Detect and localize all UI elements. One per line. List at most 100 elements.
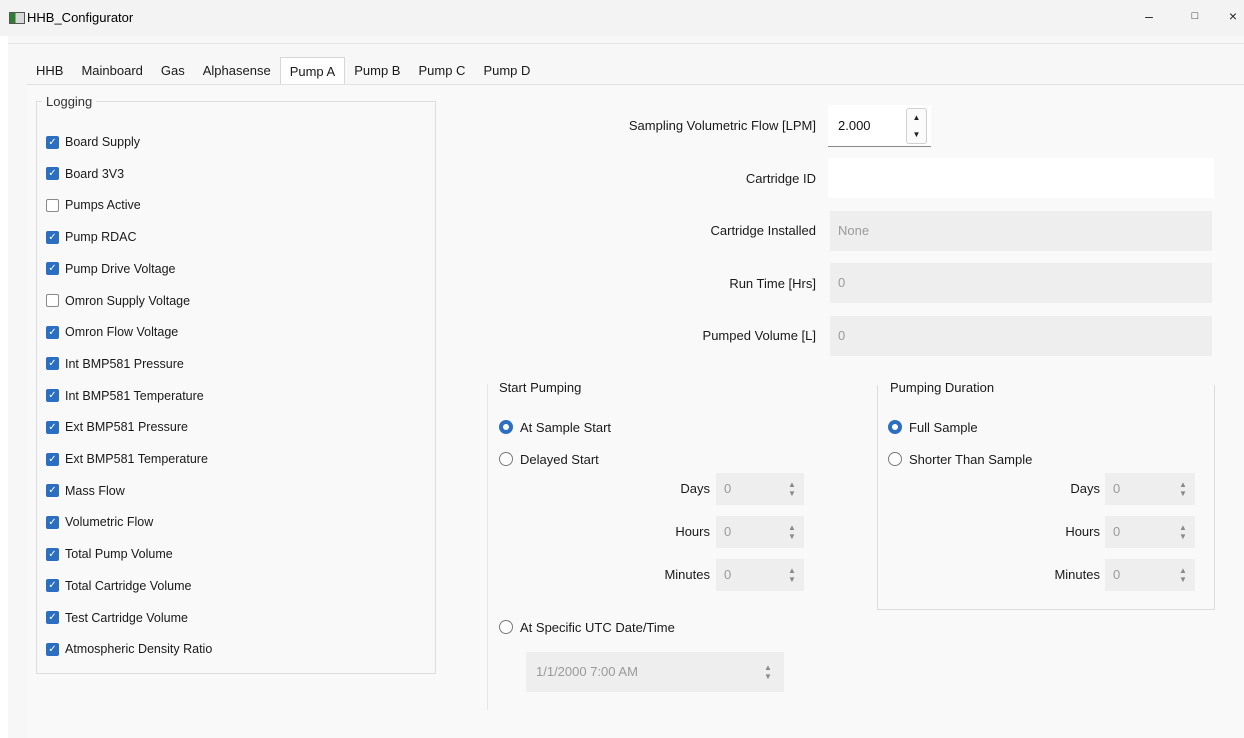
- cartridge-id-label: Cartridge ID: [745, 171, 816, 186]
- checkbox-checked-icon[interactable]: ✓: [46, 325, 59, 339]
- logging-checkbox-label: Atmospheric Density Ratio: [65, 642, 213, 657]
- checkbox-checked-icon[interactable]: ✓: [46, 515, 59, 529]
- logging-checkbox-label: Ext BMP581 Temperature: [65, 452, 208, 466]
- sp-days-spinbox: 0 ▲ ▼: [716, 473, 804, 505]
- radio-label: Delayed Start: [520, 451, 599, 467]
- logging-checkbox-row[interactable]: ✓ Int BMP581 Temperature: [46, 387, 204, 405]
- radio-label: At Sample Start: [520, 419, 612, 435]
- start-pumping-title: Start Pumping: [499, 380, 582, 395]
- checkbox-checked-icon[interactable]: ✓: [46, 484, 59, 498]
- tab-mainboard[interactable]: Mainboard: [72, 57, 151, 85]
- radio-full-sample[interactable]: Full Sample: [888, 418, 978, 436]
- logging-checkbox-label: Pumps Active: [65, 198, 141, 213]
- cartridge-installed-label: Cartridge Installed: [710, 223, 817, 238]
- logging-checkbox-row[interactable]: ✓ Board Supply: [46, 133, 140, 151]
- logging-checkbox-row[interactable]: ✓ Volumetric Flow: [46, 513, 153, 531]
- checkbox-checked-icon[interactable]: ✓: [46, 420, 59, 434]
- flow-spinbox[interactable]: 2.000 ▲ ▼: [828, 105, 931, 147]
- checkbox-checked-icon[interactable]: ✓: [46, 167, 59, 181]
- checkbox-checked-icon[interactable]: ✓: [46, 230, 59, 244]
- logging-checkbox-row[interactable]: ✓ Total Cartridge Volume: [46, 577, 191, 595]
- radio-unselected-icon[interactable]: [888, 452, 902, 466]
- logging-checkbox-row[interactable]: ✓ Mass Flow: [46, 482, 125, 500]
- logging-checkbox-label: Pump RDAC: [65, 230, 137, 245]
- spin-down-icon[interactable]: ▼: [913, 130, 921, 139]
- utc-datetime-picker: 1/1/2000 7:00 AM ▲ ▼: [526, 652, 784, 692]
- radio-selected-icon[interactable]: [888, 420, 902, 434]
- divider: [8, 43, 1244, 44]
- sp-minutes-value: 0: [724, 567, 732, 582]
- minimize-button[interactable]: –: [1134, 8, 1164, 28]
- logging-checkbox-label: Pump Drive Voltage: [65, 261, 176, 276]
- pumped-volume-label: Pumped Volume [L]: [702, 328, 816, 343]
- logging-checkbox-label: Test Cartridge Volume: [65, 610, 188, 625]
- logging-checkbox-row[interactable]: ✓ Atmospheric Density Ratio: [46, 640, 212, 658]
- checkbox-checked-icon[interactable]: ✓: [46, 357, 59, 371]
- logging-checkbox-row[interactable]: ✓ Ext BMP581 Pressure: [46, 418, 188, 436]
- maximize-button[interactable]: □: [1180, 10, 1210, 30]
- checkbox-checked-icon[interactable]: ✓: [46, 452, 59, 466]
- logging-checkbox-row[interactable]: ✓ Board 3V3: [46, 165, 124, 183]
- pd-hours-spinbox: 0 ▲ ▼: [1105, 516, 1195, 548]
- logging-checkbox-row[interactable]: ✓ Ext BMP581 Temperature: [46, 450, 208, 468]
- pumping-duration-title: Pumping Duration: [888, 380, 997, 395]
- radio-unselected-icon[interactable]: [499, 620, 513, 634]
- logging-checkbox-label: Mass Flow: [65, 483, 125, 498]
- checkbox-checked-icon[interactable]: ✓: [46, 547, 59, 561]
- logging-checkbox-row[interactable]: ✓ Test Cartridge Volume: [46, 609, 188, 627]
- checkbox-checked-icon[interactable]: ✓: [46, 642, 59, 656]
- radio-label: Full Sample: [909, 419, 978, 435]
- pd-minutes-label: Minutes: [1054, 567, 1100, 582]
- tab-gas[interactable]: Gas: [152, 57, 194, 85]
- spin-arrows-icon: ▲ ▼: [1179, 523, 1187, 541]
- radio-selected-icon[interactable]: [499, 420, 513, 434]
- utc-datetime-value: 1/1/2000 7:00 AM: [536, 664, 638, 679]
- logging-checkbox-label: Omron Flow Voltage: [65, 325, 179, 340]
- logging-checkbox-row[interactable]: ✓ Pump RDAC: [46, 228, 137, 246]
- spin-arrows-icon: ▲ ▼: [788, 523, 796, 541]
- checkbox-unchecked-icon[interactable]: [46, 198, 59, 212]
- cartridge-id-input[interactable]: [828, 158, 1214, 198]
- spin-up-icon[interactable]: ▲: [913, 113, 921, 122]
- cartridge-installed-field: None: [830, 211, 1212, 251]
- tab-hhb[interactable]: HHB: [27, 57, 72, 85]
- radio-label: Shorter Than Sample: [909, 451, 1033, 467]
- checkbox-checked-icon[interactable]: ✓: [46, 262, 59, 276]
- radio-specific-utc[interactable]: At Specific UTC Date/Time: [499, 618, 675, 636]
- radio-shorter-than-sample[interactable]: Shorter Than Sample: [888, 450, 1032, 468]
- checkbox-checked-icon[interactable]: ✓: [46, 135, 59, 149]
- logging-checkbox-row[interactable]: Omron Supply Voltage: [46, 292, 190, 310]
- pd-days-spinbox: 0 ▲ ▼: [1105, 473, 1195, 505]
- sp-hours-value: 0: [724, 524, 732, 539]
- logging-checkbox-row[interactable]: Pumps Active: [46, 196, 141, 214]
- checkbox-unchecked-icon[interactable]: [46, 294, 59, 307]
- flow-label: Sampling Volumetric Flow [LPM]: [628, 118, 816, 133]
- pd-minutes-spinbox: 0 ▲ ▼: [1105, 559, 1195, 591]
- logging-title: Logging: [42, 94, 97, 109]
- radio-delayed-start[interactable]: Delayed Start: [499, 450, 599, 468]
- logging-checkbox-row[interactable]: ✓ Int BMP581 Pressure: [46, 355, 184, 373]
- logging-checkbox-label: Omron Supply Voltage: [65, 293, 191, 308]
- pd-days-label: Days: [1070, 481, 1100, 496]
- logging-checkbox-row[interactable]: ✓ Total Pump Volume: [46, 545, 173, 563]
- radio-label: At Specific UTC Date/Time: [520, 619, 675, 635]
- checkbox-checked-icon[interactable]: ✓: [46, 611, 59, 624]
- start-pumping-border: [487, 384, 488, 710]
- radio-at-sample-start[interactable]: At Sample Start: [499, 418, 611, 436]
- logging-checkbox-label: Total Cartridge Volume: [65, 578, 192, 593]
- logging-checkbox-row[interactable]: ✓ Omron Flow Voltage: [46, 323, 178, 341]
- tab-pump-b[interactable]: Pump B: [345, 57, 409, 85]
- tab-pump-a[interactable]: Pump A: [279, 57, 346, 85]
- logging-checkbox-row[interactable]: ✓ Pump Drive Voltage: [46, 260, 175, 278]
- sp-hours-label: Hours: [675, 524, 710, 539]
- radio-unselected-icon[interactable]: [499, 452, 513, 466]
- checkbox-checked-icon[interactable]: ✓: [46, 579, 59, 593]
- pd-minutes-value: 0: [1113, 567, 1121, 582]
- flow-spin-buttons[interactable]: ▲ ▼: [906, 108, 927, 144]
- tab-pump-c[interactable]: Pump C: [409, 57, 474, 85]
- tab-pump-d[interactable]: Pump D: [474, 57, 539, 85]
- close-button[interactable]: ×: [1222, 8, 1244, 28]
- tab-alphasense[interactable]: Alphasense: [194, 57, 280, 85]
- window-title: HHB_Configurator: [27, 10, 134, 25]
- checkbox-checked-icon[interactable]: ✓: [46, 389, 59, 403]
